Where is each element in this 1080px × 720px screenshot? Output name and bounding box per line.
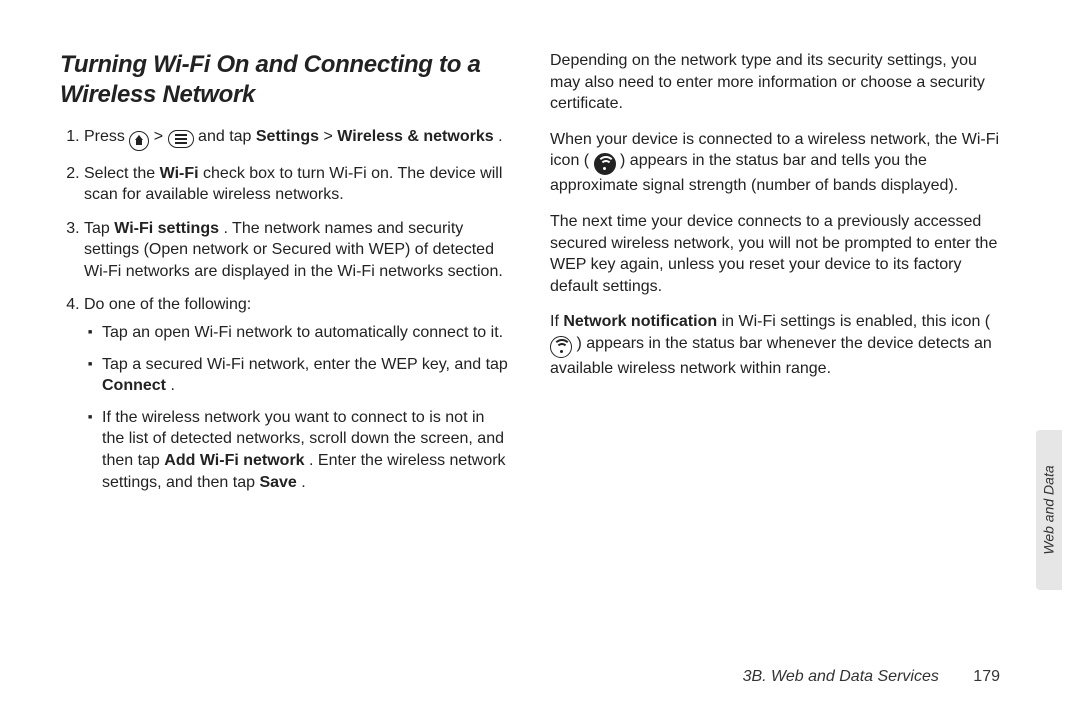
bold-wireless-networks: Wireless & networks: [337, 128, 493, 145]
step-1: Press > and tap Settings > Wireless & ne…: [84, 126, 510, 151]
text: Do one of the following:: [84, 296, 251, 313]
wifi-available-icon: [550, 336, 572, 358]
left-column: Turning Wi-Fi On and Connecting to a Wir…: [60, 50, 510, 505]
paragraph-security: Depending on the network type and its se…: [550, 50, 1000, 115]
step-3: Tap Wi-Fi settings . The network names a…: [84, 218, 510, 283]
bold-settings: Settings: [256, 128, 319, 145]
text: If: [550, 313, 563, 330]
text: Press: [84, 128, 129, 145]
text: >: [323, 128, 337, 145]
bold-save: Save: [259, 474, 296, 491]
step-list: Press > and tap Settings > Wireless & ne…: [60, 126, 510, 493]
paragraph-remember-network: The next time your device connects to a …: [550, 211, 1000, 297]
section-heading: Turning Wi-Fi On and Connecting to a Wir…: [60, 50, 510, 110]
menu-button-icon: [168, 130, 194, 148]
step-2: Select the Wi-Fi check box to turn Wi-Fi…: [84, 163, 510, 206]
footer-section: 3B. Web and Data Services: [743, 668, 939, 685]
text: Tap: [84, 220, 114, 237]
step-4-sublist: Tap an open Wi-Fi network to automatical…: [84, 322, 510, 493]
text: ) appears in the status bar whenever the…: [550, 335, 992, 377]
wifi-connected-icon: [594, 153, 616, 175]
paragraph-connected-icon: When your device is connected to a wirel…: [550, 129, 1000, 197]
manual-page: Turning Wi-Fi On and Connecting to a Wir…: [0, 0, 1080, 720]
text: .: [498, 128, 502, 145]
substep-3: If the wireless network you want to conn…: [88, 407, 510, 493]
text: .: [301, 474, 305, 491]
page-number: 179: [973, 668, 1000, 685]
substep-2: Tap a secured Wi-Fi network, enter the W…: [88, 354, 510, 397]
bold-network-notification: Network notification: [563, 313, 717, 330]
step-4: Do one of the following: Tap an open Wi-…: [84, 294, 510, 493]
substep-1: Tap an open Wi-Fi network to automatical…: [88, 322, 510, 344]
right-column: Depending on the network type and its se…: [550, 50, 1000, 505]
bold-wifi-settings: Wi-Fi settings: [114, 220, 219, 237]
two-column-layout: Turning Wi-Fi On and Connecting to a Wir…: [60, 50, 1020, 505]
text: and tap: [198, 128, 256, 145]
text: .: [170, 377, 174, 394]
text: >: [154, 128, 168, 145]
chapter-side-tab: Web and Data: [1036, 430, 1062, 590]
text: in Wi-Fi settings is enabled, this icon …: [722, 313, 991, 330]
home-button-icon: [129, 131, 149, 151]
paragraph-network-notification: If Network notification in Wi-Fi setting…: [550, 311, 1000, 379]
bold-connect: Connect: [102, 377, 166, 394]
bold-wifi: Wi-Fi: [160, 165, 199, 182]
side-tab-label: Web and Data: [1041, 465, 1057, 554]
text: Tap a secured Wi-Fi network, enter the W…: [102, 356, 508, 373]
bold-add-wifi: Add Wi-Fi network: [164, 452, 304, 469]
text: Tap an open Wi-Fi network to automatical…: [102, 324, 503, 341]
text: Select the: [84, 165, 160, 182]
page-footer: 3B. Web and Data Services 179: [743, 668, 1000, 686]
